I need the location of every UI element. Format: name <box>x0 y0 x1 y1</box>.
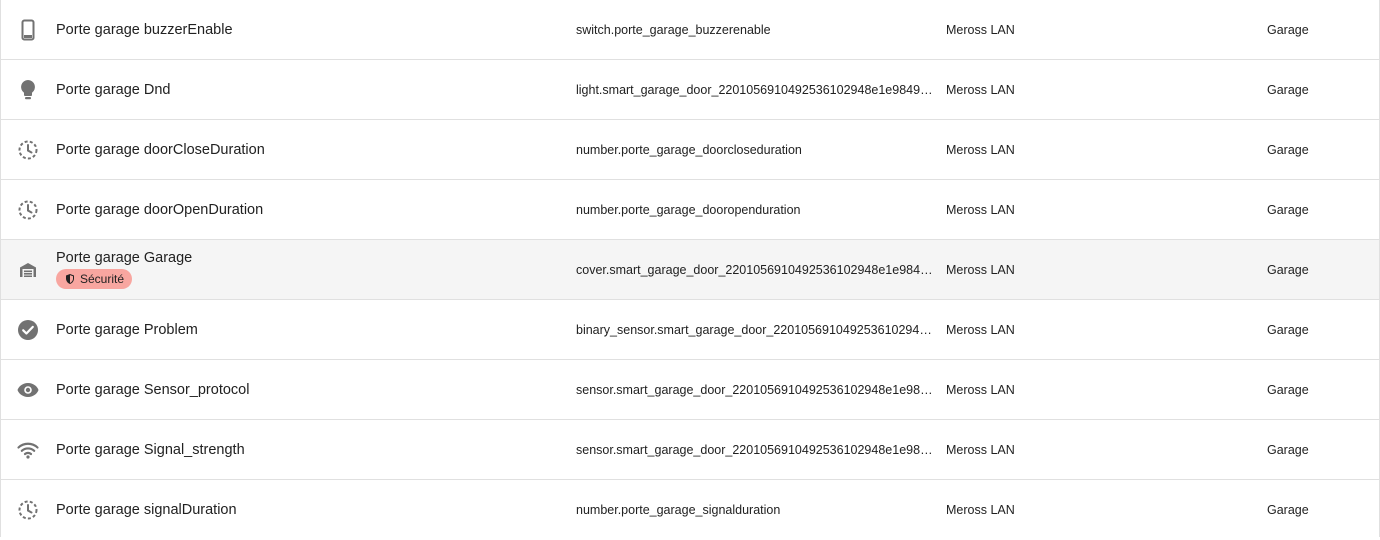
table-row[interactable]: Porte garage Signal_strength sensor.smar… <box>1 420 1379 480</box>
integration: Meross LAN <box>946 382 1015 397</box>
entity-id: light.smart_garage_door_2201056910492536… <box>576 82 940 97</box>
area: Garage <box>1267 442 1309 457</box>
table-row[interactable]: Porte garage doorCloseDuration number.po… <box>1 120 1379 180</box>
lightbulb-icon <box>1 78 55 102</box>
area: Garage <box>1267 22 1309 37</box>
entity-name: Porte garage Problem <box>56 321 198 338</box>
cellphone-icon <box>1 18 55 42</box>
entity-name: Porte garage Dnd <box>56 81 171 98</box>
entity-name: Porte garage doorOpenDuration <box>56 201 264 218</box>
garage-icon <box>1 258 55 282</box>
wifi-icon <box>1 438 55 462</box>
entity-id: number.porte_garage_dooropenduration <box>576 202 801 217</box>
entity-id: cover.smart_garage_door_2201056910492536… <box>576 262 946 277</box>
check-circle-icon <box>1 318 55 342</box>
integration: Meross LAN <box>946 22 1015 37</box>
entity-id: sensor.smart_garage_door_220105691049253… <box>576 382 946 397</box>
entity-name: Porte garage Garage <box>56 250 193 266</box>
integration: Meross LAN <box>946 503 1015 517</box>
entity-id: switch.porte_garage_buzzerenable <box>576 22 771 37</box>
integration: Meross LAN <box>946 142 1015 157</box>
integration: Meross LAN <box>946 202 1015 217</box>
entity-id: sensor.smart_garage_door_220105691049253… <box>576 442 946 457</box>
category-badge: Sécurité <box>56 269 133 289</box>
area: Garage <box>1267 322 1309 337</box>
entity-name-cell: Porte garage Garage Sécurité <box>55 250 576 289</box>
integration: Meross LAN <box>946 322 1015 337</box>
entity-name-cell: Porte garage Sensor_protocol <box>55 382 576 398</box>
table-row[interactable]: Porte garage Dnd light.smart_garage_door… <box>1 60 1379 120</box>
eye-icon <box>1 378 55 402</box>
integration: Meross LAN <box>946 262 1015 277</box>
entity-name: Porte garage buzzerEnable <box>56 21 233 38</box>
entity-name: Porte garage doorCloseDuration <box>56 141 265 158</box>
entity-name: Porte garage Signal_strength <box>56 441 245 458</box>
area: Garage <box>1267 82 1309 97</box>
entity-id: number.porte_garage_signalduration <box>576 503 781 517</box>
table-row[interactable]: Porte garage signalDuration number.porte… <box>1 480 1379 540</box>
entity-name: Porte garage signalDuration <box>56 502 237 518</box>
table-row[interactable]: Porte garage Garage Sécurité cover.smart… <box>1 240 1379 300</box>
entity-name-cell: Porte garage Problem <box>55 322 576 338</box>
area: Garage <box>1267 382 1309 397</box>
entities-table: Porte garage buzzerEnable switch.porte_g… <box>0 0 1380 537</box>
entity-name: Porte garage Sensor_protocol <box>56 381 250 398</box>
integration: Meross LAN <box>946 442 1015 457</box>
table-row[interactable]: Porte garage buzzerEnable switch.porte_g… <box>1 0 1379 60</box>
entity-id: binary_sensor.smart_garage_door_22010569… <box>576 322 946 337</box>
area: Garage <box>1267 503 1309 517</box>
entity-id: number.porte_garage_doorcloseduration <box>576 142 802 157</box>
entity-name-cell: Porte garage Signal_strength <box>55 442 576 458</box>
table-row[interactable]: Porte garage Problem binary_sensor.smart… <box>1 300 1379 360</box>
clock-dashed-icon <box>1 198 55 222</box>
entity-name-cell: Porte garage signalDuration <box>55 502 576 518</box>
entity-name-cell: Porte garage Dnd <box>55 82 576 98</box>
area: Garage <box>1267 202 1309 217</box>
area: Garage <box>1267 262 1309 277</box>
table-row[interactable]: Porte garage Sensor_protocol sensor.smar… <box>1 360 1379 420</box>
clock-dashed-icon <box>1 138 55 162</box>
entity-name-cell: Porte garage buzzerEnable <box>55 22 576 38</box>
integration: Meross LAN <box>946 82 1015 97</box>
table-row[interactable]: Porte garage doorOpenDuration number.por… <box>1 180 1379 240</box>
shield-icon <box>66 274 74 284</box>
area: Garage <box>1267 142 1309 157</box>
entity-name-cell: Porte garage doorOpenDuration <box>55 202 576 218</box>
entity-name-cell: Porte garage doorCloseDuration <box>55 142 576 158</box>
clock-dashed-icon <box>1 498 55 522</box>
badge-label: Sécurité <box>80 272 125 286</box>
